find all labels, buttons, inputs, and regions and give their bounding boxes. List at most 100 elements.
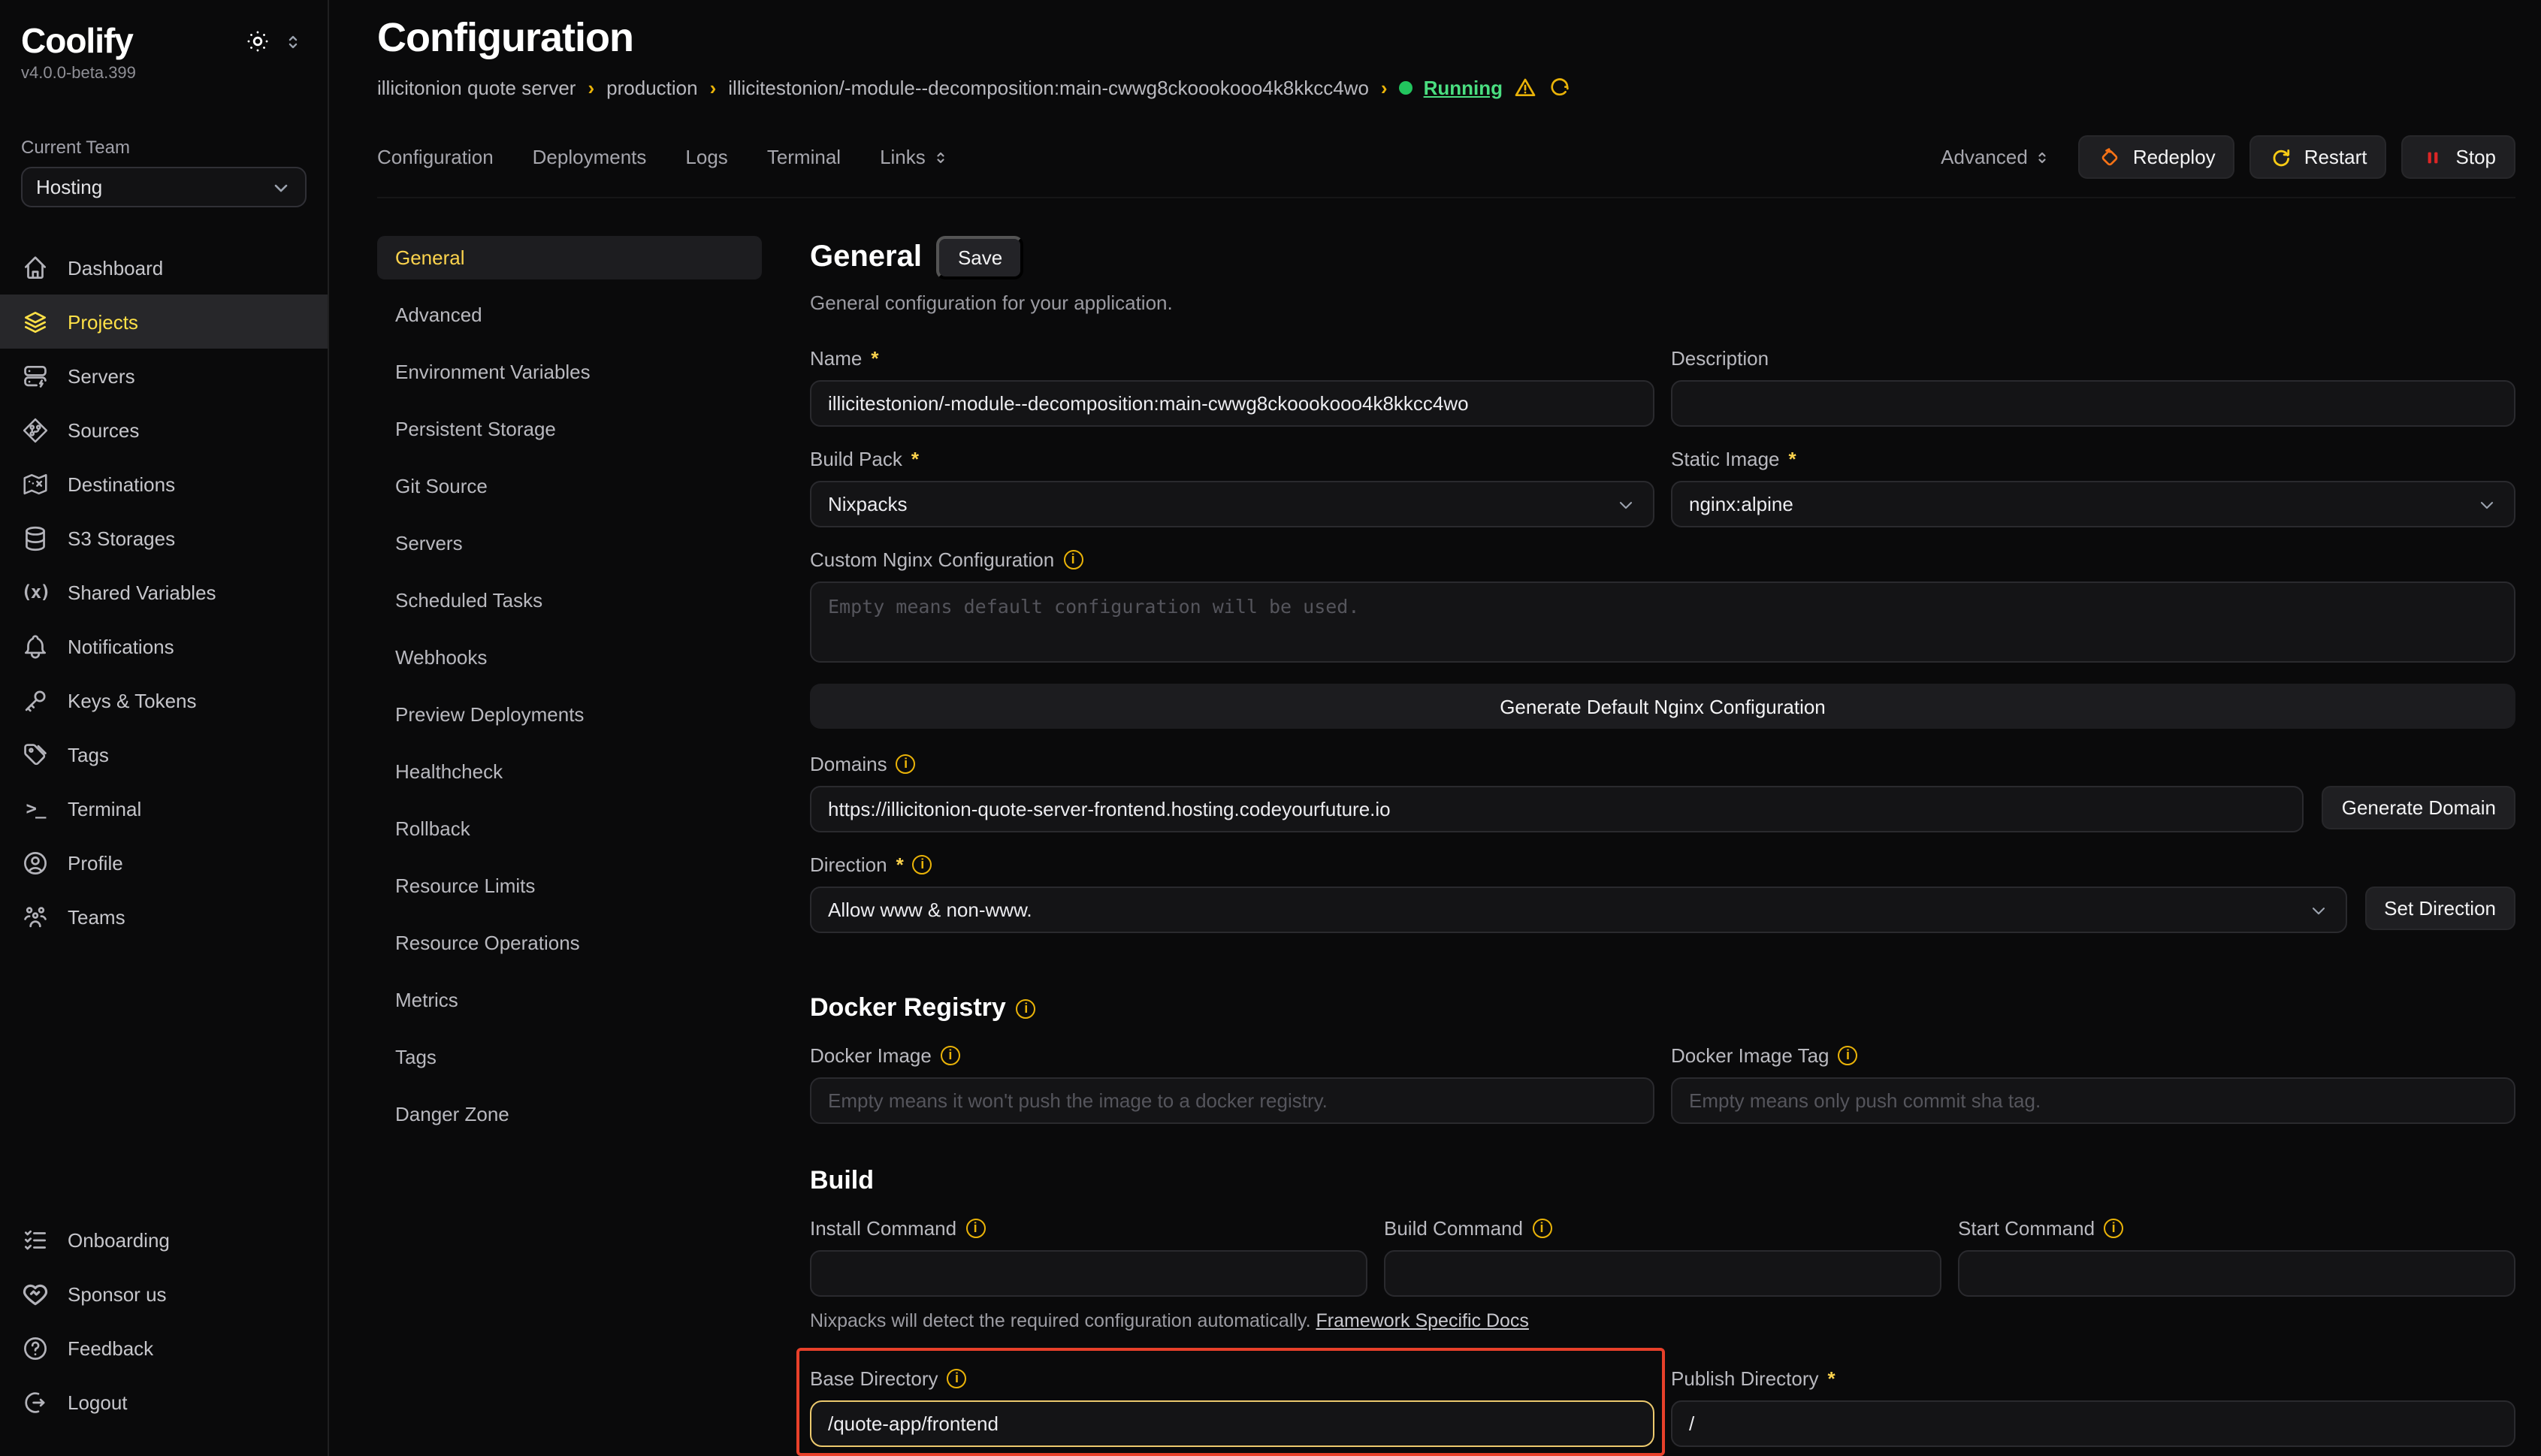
config-nav-scheduled-tasks[interactable]: Scheduled Tasks xyxy=(377,578,762,622)
nixpacks-note-text: Nixpacks will detect the required config… xyxy=(810,1310,1311,1331)
theme-selector-chevrons-icon[interactable] xyxy=(283,29,304,53)
app-version: v4.0.0-beta.399 xyxy=(0,62,328,83)
direction-select[interactable]: Allow www & non-www. xyxy=(810,887,2346,933)
user-circle-icon xyxy=(21,848,50,877)
description-input[interactable] xyxy=(1671,380,2515,427)
config-nav-rollback[interactable]: Rollback xyxy=(377,807,762,850)
sidebar-item-logout[interactable]: Logout xyxy=(0,1375,328,1429)
config-nav-tags[interactable]: Tags xyxy=(377,1035,762,1079)
publish-directory-label: Publish Directory xyxy=(1671,1367,1819,1390)
config-nav-persistent-storage[interactable]: Persistent Storage xyxy=(377,407,762,451)
chevron-down-icon xyxy=(1615,494,1636,515)
general-subtitle: General configuration for your applicati… xyxy=(810,292,2515,314)
publish-directory-input[interactable] xyxy=(1671,1400,2515,1447)
config-nav-metrics[interactable]: Metrics xyxy=(377,978,762,1022)
install-command-input[interactable] xyxy=(810,1250,1367,1297)
sidebar-item-onboarding[interactable]: Onboarding xyxy=(0,1213,328,1267)
sidebar-item-teams[interactable]: Teams xyxy=(0,890,328,944)
stop-button[interactable]: Stop xyxy=(2402,135,2516,179)
chevron-right-icon: › xyxy=(588,76,594,98)
generate-domain-button[interactable]: Generate Domain xyxy=(2322,786,2515,829)
warning-icon[interactable] xyxy=(1513,75,1537,99)
variable-icon: (x) xyxy=(21,578,50,606)
users-icon xyxy=(21,902,50,931)
config-nav-danger-zone[interactable]: Danger Zone xyxy=(377,1092,762,1136)
config-nav-healthcheck[interactable]: Healthcheck xyxy=(377,750,762,793)
sidebar-item-profile[interactable]: Profile xyxy=(0,835,328,890)
redeploy-icon xyxy=(2098,145,2123,169)
generate-nginx-button[interactable]: Generate Default Nginx Configuration xyxy=(810,684,2515,729)
tab-configuration[interactable]: Configuration xyxy=(377,146,494,168)
info-icon: i xyxy=(965,1219,985,1238)
config-nav-environment-variables[interactable]: Environment Variables xyxy=(377,350,762,394)
sidebar-item-shared-variables[interactable]: (x) Shared Variables xyxy=(0,565,328,619)
sidebar-item-dashboard[interactable]: Dashboard xyxy=(0,240,328,295)
config-nav-servers[interactable]: Servers xyxy=(377,521,762,565)
sidebar-item-servers[interactable]: Servers xyxy=(0,349,328,403)
domains-input[interactable] xyxy=(810,786,2304,832)
redeploy-button[interactable]: Redeploy xyxy=(2079,135,2235,179)
build-command-input[interactable] xyxy=(1384,1250,1941,1297)
sidebar-item-sponsor-us[interactable]: Sponsor us xyxy=(0,1267,328,1321)
sidebar-item-label: Servers xyxy=(68,364,135,387)
general-form: General Save General configuration for y… xyxy=(810,236,2515,1456)
save-button[interactable]: Save xyxy=(937,236,1023,279)
advanced-toggle[interactable]: Advanced xyxy=(1941,146,2052,168)
sidebar-item-label: Projects xyxy=(68,310,138,333)
team-select-value: Hosting xyxy=(36,176,102,198)
tab-links-label: Links xyxy=(880,146,926,168)
docker-image-tag-input[interactable] xyxy=(1671,1077,2515,1124)
tab-terminal[interactable]: Terminal xyxy=(767,146,841,168)
sidebar-item-sources[interactable]: Sources xyxy=(0,403,328,457)
config-nav-resource-limits[interactable]: Resource Limits xyxy=(377,864,762,908)
custom-nginx-textarea[interactable] xyxy=(810,581,2515,663)
stop-icon xyxy=(2422,145,2446,169)
refresh-icon[interactable] xyxy=(1548,75,1572,99)
nixpacks-note: Nixpacks will detect the required config… xyxy=(810,1310,2515,1331)
info-icon: i xyxy=(1063,550,1083,569)
chevron-down-icon xyxy=(270,177,292,198)
sidebar-item-s3-storages[interactable]: S3 Storages xyxy=(0,511,328,565)
breadcrumb-application[interactable]: illicitestonion/-module--decomposition:m… xyxy=(728,76,1369,98)
sidebar-item-projects[interactable]: Projects xyxy=(0,295,328,349)
config-nav-preview-deployments[interactable]: Preview Deployments xyxy=(377,693,762,736)
config-nav-webhooks[interactable]: Webhooks xyxy=(377,636,762,679)
team-select[interactable]: Hosting xyxy=(21,167,307,207)
sidebar-item-terminal[interactable]: >_ Terminal xyxy=(0,781,328,835)
theme-sun-icon[interactable] xyxy=(245,29,270,54)
build-pack-select[interactable]: Nixpacks xyxy=(810,481,1654,527)
tab-logs[interactable]: Logs xyxy=(685,146,727,168)
sidebar-item-feedback[interactable]: Feedback xyxy=(0,1321,328,1375)
start-command-input[interactable] xyxy=(1958,1250,2515,1297)
sidebar-nav: Dashboard Projects Servers Sources Desti… xyxy=(0,240,328,944)
sidebar-item-destinations[interactable]: Destinations xyxy=(0,457,328,511)
framework-docs-link[interactable]: Framework Specific Docs xyxy=(1316,1310,1529,1331)
required-marker: * xyxy=(1828,1367,1836,1390)
tab-deployments[interactable]: Deployments xyxy=(533,146,647,168)
required-marker: * xyxy=(1789,448,1796,470)
app-logo[interactable]: Coolify xyxy=(21,21,133,62)
tag-icon xyxy=(21,740,50,769)
sidebar-item-notifications[interactable]: Notifications xyxy=(0,619,328,673)
breadcrumb-project[interactable]: illicitonion quote server xyxy=(377,76,576,98)
restart-button[interactable]: Restart xyxy=(2250,135,2387,179)
config-nav-advanced[interactable]: Advanced xyxy=(377,293,762,337)
base-directory-input[interactable] xyxy=(810,1400,1654,1447)
build-command-label: Build Command xyxy=(1384,1217,1523,1240)
sidebar: Coolify v4.0.0-beta.399 Current Team Hos… xyxy=(0,0,329,1456)
tab-links[interactable]: Links xyxy=(880,146,950,168)
docker-image-input[interactable] xyxy=(810,1077,1654,1124)
set-direction-button[interactable]: Set Direction xyxy=(2364,887,2515,930)
sidebar-item-keys-tokens[interactable]: Keys & Tokens xyxy=(0,673,328,727)
static-image-select[interactable]: nginx:alpine xyxy=(1671,481,2515,527)
config-nav-git-source[interactable]: Git Source xyxy=(377,464,762,508)
direction-value: Allow www & non-www. xyxy=(828,899,1032,921)
docker-registry-heading: Docker Registry xyxy=(810,993,1006,1023)
status-running-link[interactable]: Running xyxy=(1424,76,1503,98)
sidebar-item-tags[interactable]: Tags xyxy=(0,727,328,781)
name-input[interactable] xyxy=(810,380,1654,427)
breadcrumb-environment[interactable]: production xyxy=(606,76,697,98)
config-nav-general[interactable]: General xyxy=(377,236,762,279)
config-nav-resource-operations[interactable]: Resource Operations xyxy=(377,921,762,965)
general-heading: General xyxy=(810,240,922,275)
